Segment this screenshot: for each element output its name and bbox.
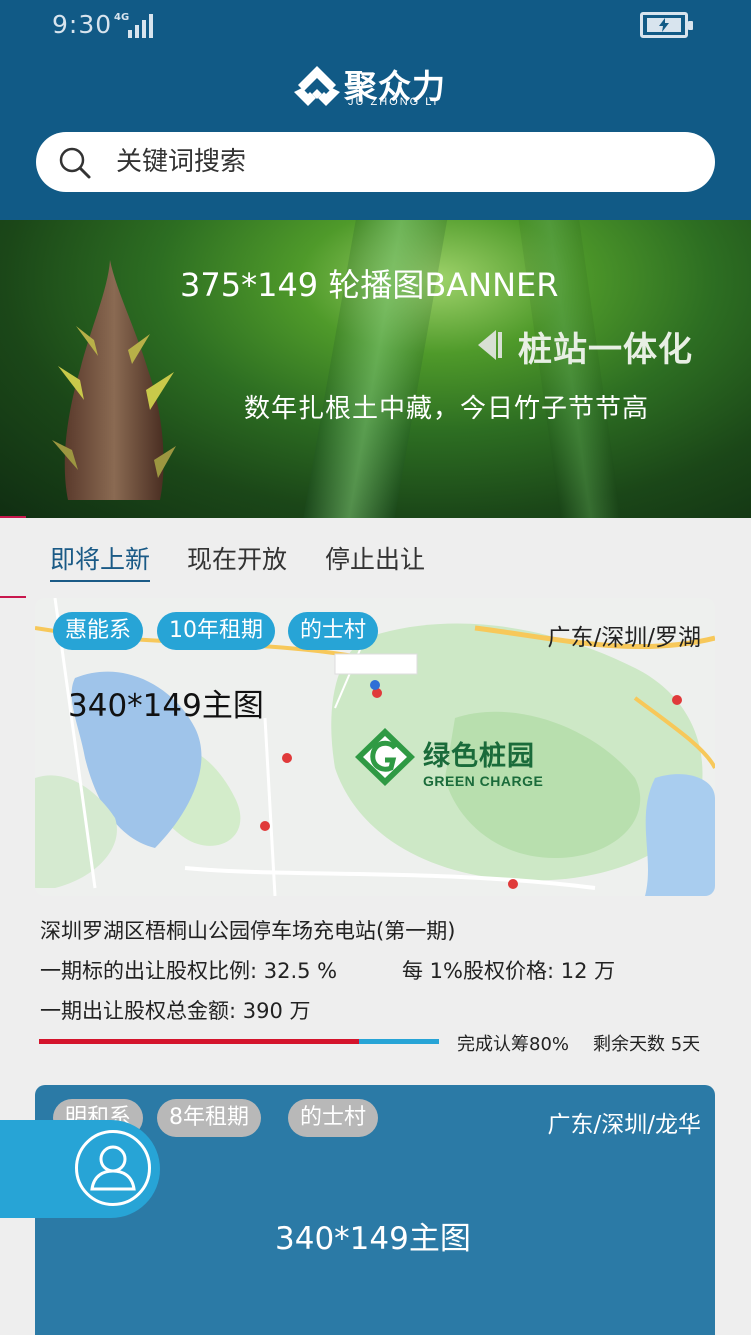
- brand-cn: 绿色桩园: [423, 741, 535, 772]
- app-logo: 聚众力 JU ZHONG LI: [292, 62, 462, 112]
- tag-lease: 10年租期: [157, 612, 275, 650]
- project-region: 广东/深圳/罗湖: [547, 625, 702, 651]
- image-placeholder-label: 340*149主图: [68, 688, 264, 724]
- tab-upcoming[interactable]: 即将上新: [50, 540, 151, 582]
- project-image-1[interactable]: 惠能系 10年租期 的士村 广东/深圳/罗湖 340*149主图 绿色桩园 GR…: [35, 598, 715, 896]
- signal-icon: [128, 12, 158, 38]
- carousel-banner[interactable]: 375*149 轮播图BANNER 桩站一体化 数年扎根土中藏，今日竹子节节高: [0, 220, 751, 518]
- page-indicator: [0, 516, 26, 518]
- equity-ratio: 一期标的出让股权比例: 32.5 %: [40, 959, 338, 983]
- search-input[interactable]: [116, 142, 676, 182]
- tag-location: 的士村: [288, 612, 379, 650]
- app-header: 9:30 4G 聚众力 JU ZHONG LI: [0, 0, 751, 220]
- equity-total: 一期出让股权总金额: 390 万: [40, 999, 311, 1023]
- banner-slogan: 桩站一体化: [518, 330, 693, 370]
- logo-mark-icon: [294, 66, 340, 106]
- status-bar: 9:30 4G: [0, 0, 751, 52]
- search-icon[interactable]: [58, 146, 92, 180]
- status-time: 9:30: [52, 10, 113, 39]
- network-type: 4G: [114, 12, 130, 23]
- logo-pinyin: JU ZHONG LI: [348, 96, 439, 108]
- tag-operator: 惠能系: [53, 612, 144, 650]
- banner-subtitle: 数年扎根土中藏，今日竹子节节高: [244, 394, 650, 424]
- battery-icon: [640, 12, 693, 38]
- search-bar[interactable]: [36, 132, 715, 192]
- progress-text: 完成认筹80%: [457, 1034, 570, 1055]
- green-charge-brand: 绿色桩园 GREEN CHARGE: [423, 734, 543, 789]
- tag-location: 的士村: [288, 1099, 379, 1137]
- banner-title: 375*149 轮播图BANNER: [180, 266, 559, 304]
- plug-icon: [478, 330, 502, 360]
- tab-closed[interactable]: 停止出让: [325, 540, 425, 576]
- green-charge-logo-icon: [355, 728, 415, 786]
- tab-open[interactable]: 现在开放: [187, 540, 287, 576]
- image-placeholder-label: 340*149主图: [275, 1221, 471, 1257]
- progress-fill: [39, 1039, 359, 1044]
- equity-price: 每 1%股权价格: 12 万: [402, 959, 616, 983]
- project-title: 深圳罗湖区梧桐山公园停车场充电站(第一期): [40, 919, 456, 943]
- bamboo-shoot-illustration: [52, 260, 176, 500]
- project-region: 广东/深圳/龙华: [547, 1112, 702, 1138]
- subscription-progress-bar: [39, 1039, 439, 1044]
- remaining-days: 剩余天数 5天: [593, 1034, 701, 1055]
- section-marker: [0, 596, 26, 598]
- user-icon[interactable]: [75, 1130, 151, 1206]
- brand-en: GREEN CHARGE: [423, 773, 544, 789]
- user-center-button[interactable]: [0, 1120, 160, 1218]
- tag-lease: 8年租期: [157, 1099, 261, 1137]
